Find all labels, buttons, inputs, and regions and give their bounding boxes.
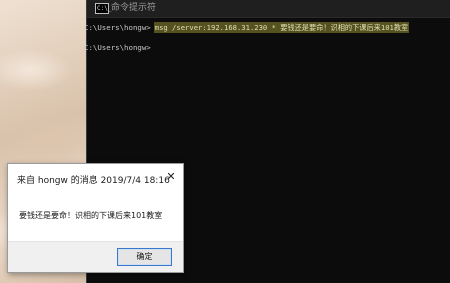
console-prompt: C:\Users\hongw> [84, 43, 151, 52]
console-command-selected[interactable]: msg /server:192.168.31.230 * 要钱还是要命！识相的下… [153, 22, 410, 33]
close-icon[interactable]: ✕ [162, 169, 180, 185]
console-line: C:\Users\hongw> msg /server:192.168.31.23… [84, 22, 410, 33]
console-line: C:\Users\hongw> [84, 42, 154, 53]
dialog-message: 要钱还是要命！识相的下课后来101教室 [19, 211, 163, 220]
console-prompt: C:\Users\hongw> [84, 23, 151, 32]
dialog-footer: 确定 [8, 241, 183, 272]
command-prompt-titlebar[interactable]: C:\_ 命令提示符 [87, 0, 450, 18]
window-title: 命令提示符 [111, 3, 157, 13]
message-box-dialog: 来自 hongw 的消息 2019/7/4 18:16 ✕ 要钱还是要命！识相的… [7, 163, 184, 273]
console-icon: C:\_ [95, 3, 112, 14]
ok-button[interactable]: 确定 [117, 248, 172, 266]
console-output[interactable]: C:\Users\hongw> msg /server:192.168.31.23… [84, 22, 450, 58]
dialog-title: 来自 hongw 的消息 2019/7/4 18:16 [17, 176, 170, 186]
